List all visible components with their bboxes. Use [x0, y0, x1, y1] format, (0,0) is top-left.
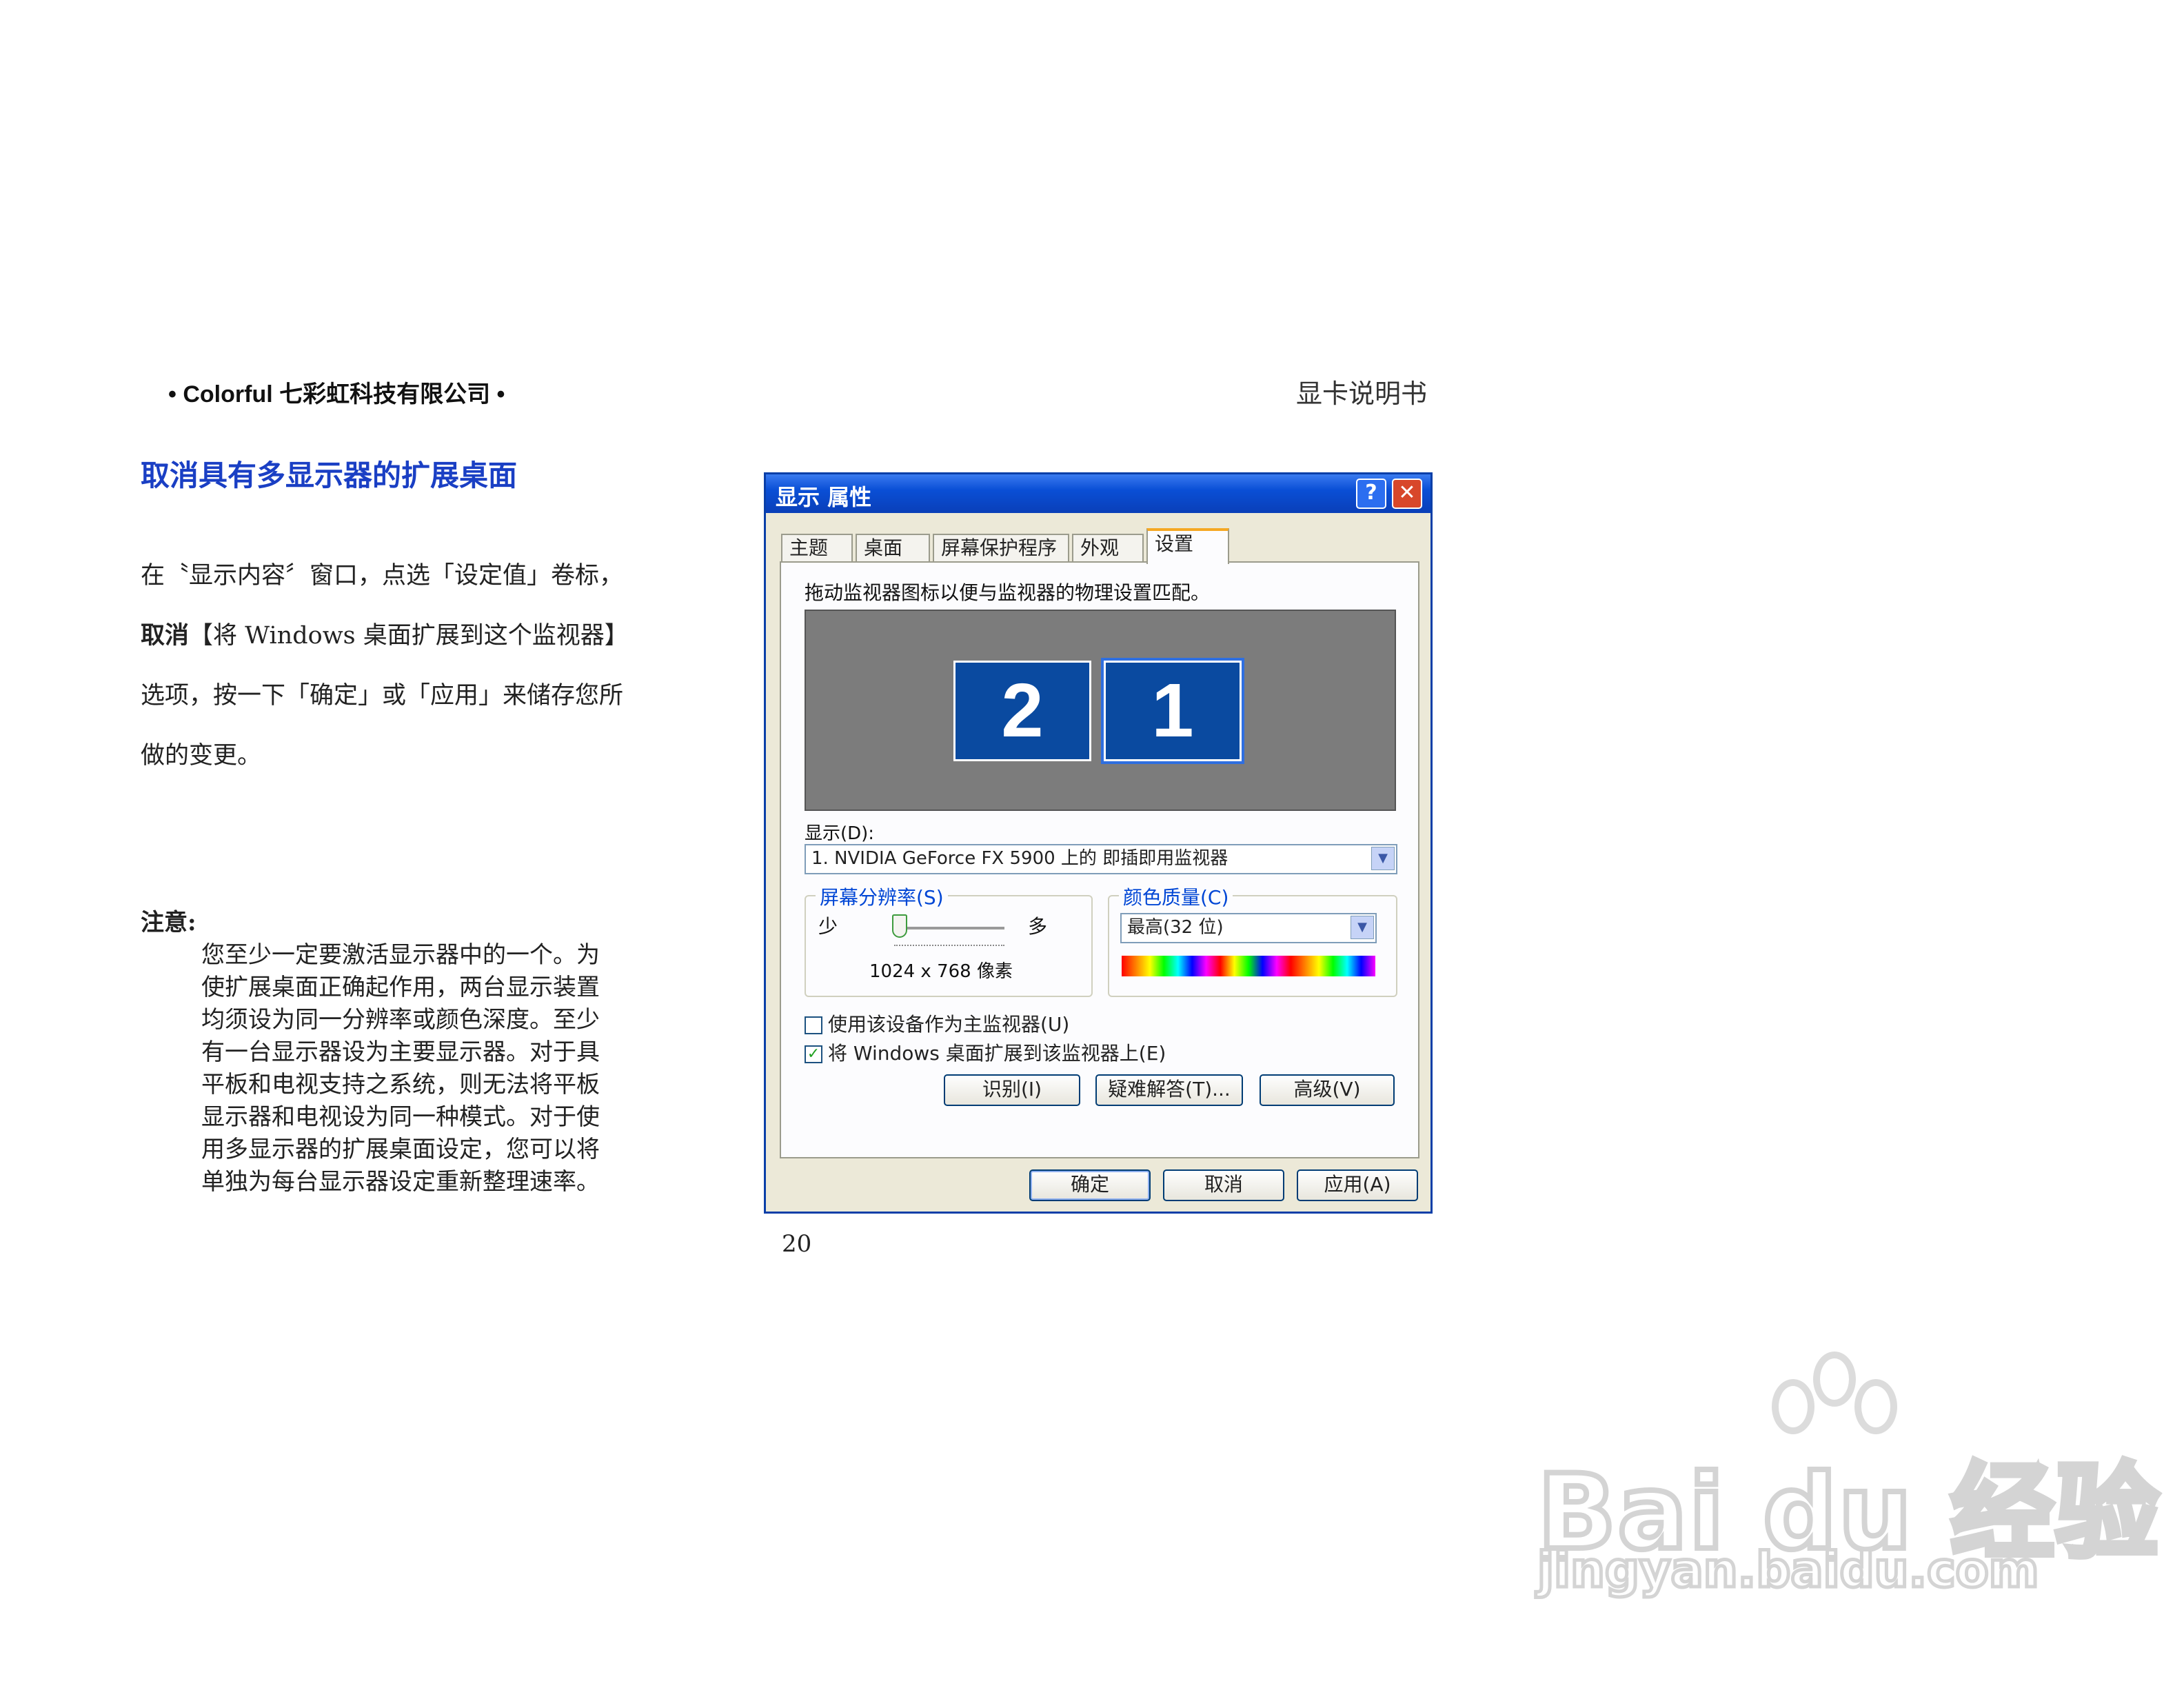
- paragraph-line-2-rest: 【将 Windows 桌面扩展到这个监视器】: [189, 622, 629, 650]
- color-quality-label: 颜色质量(C): [1119, 883, 1233, 910]
- note-line: 用多显示器的扩展桌面设定，您可以将: [201, 1136, 600, 1163]
- resolution-group: 屏幕分辨率(S) 少 多 1024 x 768 像素: [805, 883, 1093, 997]
- primary-monitor-checkbox[interactable]: [805, 1016, 822, 1034]
- cancel-button[interactable]: 取消: [1163, 1169, 1284, 1201]
- display-select[interactable]: 1. NVIDIA GeForce FX 5900 上的 即插即用监视器 ▼: [805, 844, 1397, 874]
- paragraph-line-2: 取消【将 Windows 桌面扩展到这个监视器】: [141, 612, 665, 672]
- resolution-value: 1024 x 768 像素: [869, 961, 1013, 982]
- extend-desktop-label: 将 Windows 桌面扩展到该监视器上(E): [828, 1042, 1166, 1065]
- extend-desktop-checkbox-row[interactable]: ✓ 将 Windows 桌面扩展到该监视器上(E): [805, 1038, 1166, 1066]
- paw-toe: [1772, 1379, 1814, 1434]
- note-line: 平板和电视支持之系统，则无法将平板: [201, 1071, 600, 1098]
- tab-settings[interactable]: 设置: [1146, 528, 1229, 564]
- note-line: 单独为每台显示器设定重新整理速率。: [201, 1168, 600, 1196]
- resolution-more-label: 多: [1028, 915, 1048, 938]
- resolution-less-label: 少: [818, 915, 838, 938]
- baidu-watermark: Bai du 经验 jingyan.baidu.com: [1535, 1352, 2162, 1614]
- paragraph-line-3: 选项，按一下「确定」或「应用」来储存您所: [141, 682, 624, 710]
- color-spectrum-bar: [1122, 956, 1375, 976]
- monitor-arrangement-area[interactable]: 2 1: [805, 610, 1396, 811]
- primary-monitor-checkbox-row[interactable]: 使用该设备作为主监视器(U): [805, 1009, 1069, 1037]
- extend-desktop-checkbox[interactable]: ✓: [805, 1045, 822, 1063]
- color-quality-group: 颜色质量(C) 最高(32 位) ▼: [1108, 883, 1397, 997]
- tab-themes[interactable]: 主题: [781, 534, 853, 563]
- apply-button[interactable]: 应用(A): [1297, 1169, 1418, 1201]
- troubleshoot-button[interactable]: 疑难解答(T)...: [1095, 1074, 1243, 1106]
- ok-button[interactable]: 确定: [1029, 1169, 1151, 1201]
- resolution-slider-ticks: [894, 945, 1004, 946]
- color-quality-value: 最高(32 位): [1127, 917, 1224, 938]
- close-button[interactable]: ✕: [1392, 479, 1422, 509]
- tab-desktop[interactable]: 桌面: [856, 534, 930, 563]
- display-select-value: 1. NVIDIA GeForce FX 5900 上的 即插即用监视器: [811, 848, 1228, 869]
- display-label: 显示(D):: [805, 823, 875, 844]
- note-line: 您至少一定要激活显示器中的一个。为: [201, 941, 600, 969]
- dialog-title: 显示 属性: [776, 484, 872, 510]
- display-properties-dialog: 显示 属性 ? ✕ 主题 桌面 屏幕保护程序 外观 设置 拖动监视器图标以便与监…: [764, 472, 1433, 1214]
- note-line: 显示器和电视设为同一种模式。对于使: [201, 1103, 600, 1131]
- note-line: 均须设为同一分辨率或颜色深度。至少: [201, 1006, 600, 1034]
- company-header: • Colorful 七彩虹科技有限公司 •: [168, 381, 505, 408]
- help-button[interactable]: ?: [1356, 479, 1386, 509]
- resolution-slider-thumb[interactable]: [892, 914, 907, 938]
- note-title: 注意:: [141, 909, 196, 936]
- chevron-down-icon[interactable]: ▼: [1351, 916, 1374, 939]
- paw-toe: [1813, 1352, 1856, 1407]
- monitor-1[interactable]: 1: [1104, 661, 1242, 761]
- identify-button[interactable]: 识别(I): [944, 1074, 1080, 1106]
- doc-title: 显卡说明书: [1296, 379, 1428, 409]
- advanced-button[interactable]: 高级(V): [1260, 1074, 1395, 1106]
- note-body: 您至少一定要激活显示器中的一个。为 使扩展桌面正确起作用，两台显示装置 均须设为…: [201, 939, 643, 1198]
- primary-monitor-label: 使用该设备作为主监视器(U): [828, 1013, 1070, 1036]
- paragraph-line-4: 做的变更。: [141, 742, 262, 770]
- dialog-titlebar[interactable]: 显示 属性 ? ✕: [766, 474, 1430, 513]
- monitor-2[interactable]: 2: [953, 661, 1091, 761]
- page-number: 20: [782, 1230, 812, 1258]
- emphasis-cancel: 取消: [141, 622, 190, 649]
- note-line: 有一台显示器设为主要显示器。对于具: [201, 1038, 600, 1066]
- note-line: 使扩展桌面正确起作用，两台显示装置: [201, 974, 600, 1001]
- color-quality-select[interactable]: 最高(32 位) ▼: [1120, 913, 1377, 943]
- section-title: 取消具有多显示器的扩展桌面: [141, 459, 518, 492]
- tab-screensaver[interactable]: 屏幕保护程序: [933, 534, 1069, 563]
- tab-appearance[interactable]: 外观: [1072, 534, 1144, 563]
- drag-instruction: 拖动监视器图标以便与监视器的物理设置匹配。: [805, 581, 1211, 604]
- paragraph-line-1: 在〝显示内容〞窗口，点选「设定值」卷标，: [141, 562, 624, 590]
- resolution-label: 屏幕分辨率(S): [816, 883, 948, 910]
- watermark-url: jingyan.baidu.com: [1536, 1540, 2041, 1600]
- instruction-paragraph: 在〝显示内容〞窗口，点选「设定值」卷标， 取消【将 Windows 桌面扩展到这…: [141, 552, 665, 792]
- chevron-down-icon[interactable]: ▼: [1371, 847, 1395, 870]
- paw-toe: [1854, 1379, 1897, 1434]
- resolution-slider-track[interactable]: [894, 927, 1004, 931]
- settings-panel: 拖动监视器图标以便与监视器的物理设置匹配。 2 1 显示(D): 1. NVID…: [780, 561, 1419, 1158]
